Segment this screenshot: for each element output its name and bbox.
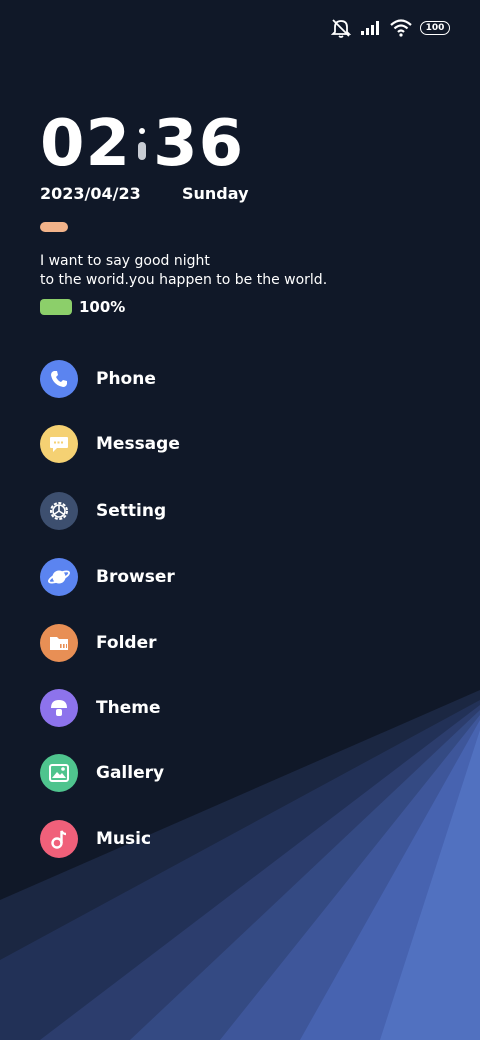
app-label: Browser [96, 567, 175, 587]
planet-icon [40, 558, 78, 596]
accent-bar [40, 222, 68, 232]
app-music[interactable]: Music [40, 820, 151, 858]
app-setting[interactable]: Setting [40, 492, 166, 530]
clock-minutes: 36 [153, 107, 245, 181]
battery-level-bar [40, 299, 72, 315]
app-label: Music [96, 829, 152, 849]
app-label: Gallery [96, 763, 165, 783]
quote: I want to say good night to the worid.yo… [40, 252, 327, 290]
clock: 02 36 [40, 106, 244, 182]
message-icon [40, 425, 78, 463]
clock-hours: 02 [40, 107, 132, 181]
app-label: Phone [96, 369, 156, 389]
quote-line-1: I want to say good night [40, 253, 210, 269]
quote-line-2: to the worid.you happen to be the world. [40, 272, 328, 288]
app-gallery[interactable]: Gallery [40, 754, 164, 792]
app-label: Folder [96, 633, 157, 653]
mute-icon [330, 18, 352, 38]
app-phone[interactable]: Phone [40, 360, 156, 398]
app-label: Theme [96, 698, 161, 718]
app-label: Setting [96, 501, 167, 521]
brush-icon [40, 689, 78, 727]
signal-icon [360, 20, 382, 36]
weekday-text: Sunday [182, 184, 249, 203]
app-theme[interactable]: Theme [40, 689, 160, 727]
app-browser[interactable]: Browser [40, 558, 175, 596]
music-note-icon [40, 820, 78, 858]
phone-icon [40, 360, 78, 398]
battery-percent: 100% [79, 298, 126, 316]
wifi-icon [390, 19, 412, 37]
app-message[interactable]: Message [40, 425, 180, 463]
date-text: 2023/04/23 [40, 184, 141, 203]
battery-status-icon: 100 [420, 21, 450, 35]
clock-separator [135, 124, 149, 164]
gear-icon [40, 492, 78, 530]
app-label: Message [96, 434, 180, 454]
app-folder[interactable]: Folder [40, 624, 157, 662]
image-icon [40, 754, 78, 792]
status-bar: 100 [330, 16, 450, 40]
battery-widget: 100% [40, 298, 125, 316]
folder-icon [40, 624, 78, 662]
